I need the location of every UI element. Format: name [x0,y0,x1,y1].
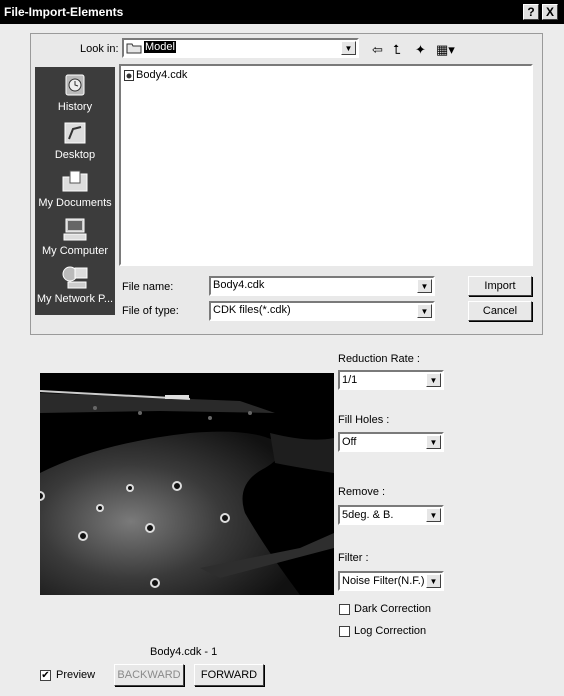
window-title: File-Import-Elements [4,5,124,19]
reduction-rate-label: Reduction Rate : [338,353,420,365]
title-bar: File-Import-Elements ? X [0,0,564,24]
cancel-button[interactable]: Cancel [468,301,532,321]
place-my-computer[interactable]: My Computer [35,215,115,263]
help-button[interactable]: ? [523,4,539,20]
preview-caption: Body4.cdk - 1 [150,646,218,658]
fill-holes-value: Off [342,436,357,448]
place-label: History [57,101,93,113]
remove-value: 5deg. & B. [342,509,394,521]
filter-label: Filter : [338,552,369,564]
backward-button[interactable]: BACKWARD [114,664,184,686]
new-folder-icon[interactable]: ✦ [415,42,426,58]
file-name-field[interactable]: Body4.cdk ▼ [209,276,435,296]
chevron-down-icon[interactable]: ▼ [341,41,356,55]
close-button[interactable]: X [542,4,558,20]
file-icon [124,70,134,81]
chevron-down-icon[interactable]: ▼ [417,279,432,293]
file-type-label: File of type: [122,305,179,317]
file-chooser-panel: Look in: Model ▼ ⇦ ⮤ ✦ ▦▾ History Deskto… [30,33,543,335]
dark-correction-checkbox[interactable] [339,604,350,615]
forward-button[interactable]: FORWARD [194,664,264,686]
place-label: My Network P... [36,293,114,305]
back-arrow-icon[interactable]: ⇦ [372,42,383,58]
remove-label: Remove : [338,486,386,498]
place-desktop[interactable]: Desktop [35,119,115,167]
up-folder-icon[interactable]: ⮤ [393,42,401,58]
view-menu-icon[interactable]: ▦▾ [436,42,455,58]
folder-icon [126,41,142,54]
chevron-down-icon[interactable]: ▼ [426,508,441,522]
look-in-dropdown[interactable]: Model ▼ [122,38,359,58]
filter-value: Noise Filter(N.F.) [342,575,425,587]
place-label: My Documents [38,197,112,209]
chevron-down-icon[interactable]: ▼ [426,373,441,387]
filter-dropdown[interactable]: Noise Filter(N.F.) ▼ [338,571,444,591]
chevron-down-icon[interactable]: ▼ [426,574,441,588]
dark-correction-label: Dark Correction [354,603,432,615]
fill-holes-dropdown[interactable]: Off ▼ [338,432,444,452]
reduction-rate-dropdown[interactable]: 1/1 ▼ [338,370,444,390]
log-correction-label: Log Correction [354,625,427,637]
preview-label: Preview [56,669,96,681]
documents-folder-icon [60,169,90,195]
fill-holes-label: Fill Holes : [338,414,390,426]
checkmark-icon: ✔ [41,670,50,681]
place-my-network[interactable]: My Network P... [35,263,115,311]
desktop-icon [60,121,90,147]
import-button[interactable]: Import [468,276,532,296]
file-name-value: Body4.cdk [213,279,265,291]
file-name: Body4.cdk [136,69,188,81]
preview-checkbox[interactable]: ✔ [40,670,51,681]
reduction-rate-value: 1/1 [342,374,358,386]
file-type-value: CDK files(*.cdk) [213,304,291,316]
file-list[interactable]: Body4.cdk [119,64,533,266]
place-label: Desktop [54,149,96,161]
computer-icon [60,217,90,243]
file-name-label: File name: [122,281,174,293]
history-icon [60,73,90,99]
file-type-dropdown[interactable]: CDK files(*.cdk) ▼ [209,301,435,321]
place-my-documents[interactable]: My Documents [35,167,115,215]
chevron-down-icon[interactable]: ▼ [417,304,432,318]
look-in-value: Model [144,41,176,53]
log-correction-checkbox[interactable] [339,626,350,637]
chevron-down-icon[interactable]: ▼ [426,435,441,449]
look-in-label: Look in: [80,43,119,55]
places-bar: History Desktop My Documents My Computer… [35,67,115,315]
network-icon [60,265,90,291]
place-history[interactable]: History [35,71,115,119]
place-label: My Computer [41,245,109,257]
preview-image [40,373,334,595]
remove-dropdown[interactable]: 5deg. & B. ▼ [338,505,444,525]
